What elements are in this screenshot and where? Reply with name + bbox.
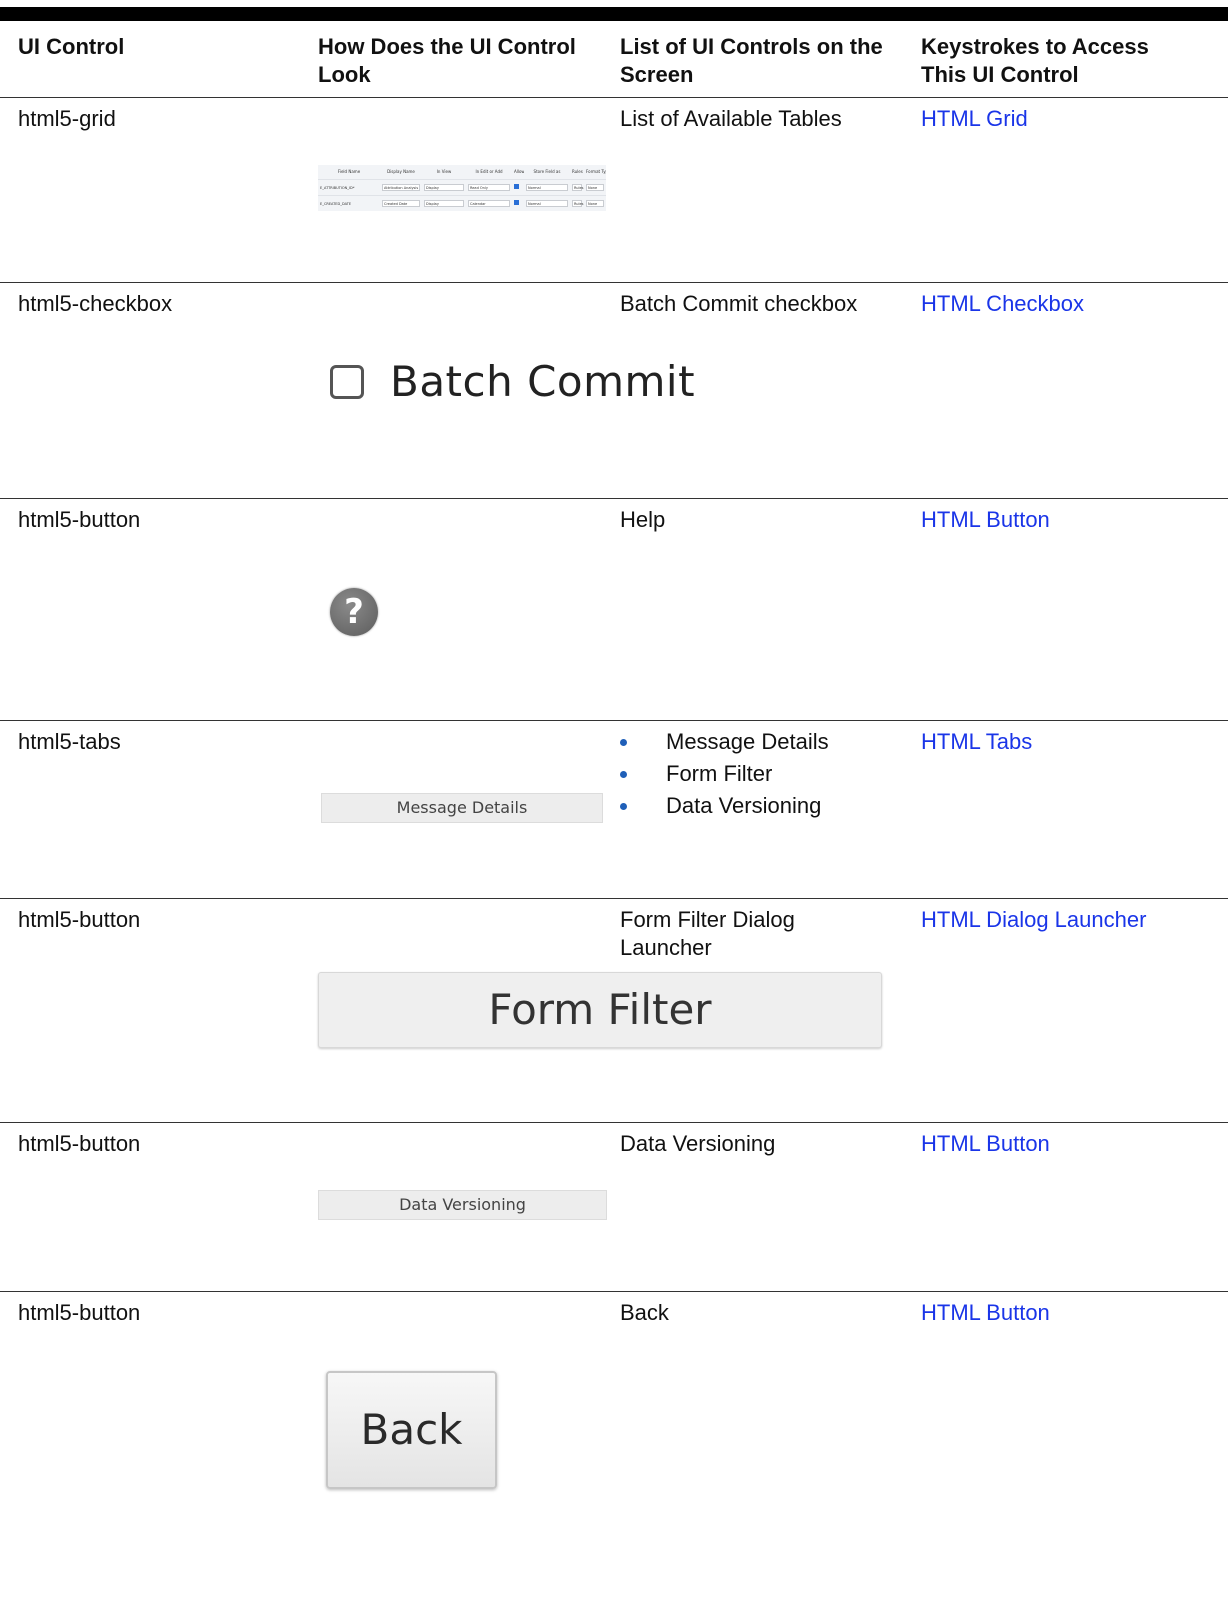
list-item-label: Message Details: [666, 729, 829, 754]
grid-cell: Normal: [526, 200, 568, 207]
header-list: List of UI Controls on the Screen: [620, 33, 910, 89]
table-row: html5-button Back HTML Button Back: [0, 1291, 1228, 1592]
data-versioning-button-preview: Data Versioning: [318, 1190, 607, 1220]
table-row: html5-button Form Filter Dialog Launcher…: [0, 898, 1228, 1123]
header-list-line1: List of UI Controls on the: [620, 34, 883, 59]
header-look-line2: Look: [318, 62, 371, 87]
grid-header-cell: Display Name: [387, 169, 415, 174]
grid-header-cell: Format Type: [586, 169, 606, 174]
html-button-link[interactable]: HTML Button: [921, 507, 1050, 532]
ui-control-name: html5-button: [18, 1300, 141, 1325]
controls-list: Form Filter Dialog Launcher: [620, 906, 910, 962]
checkbox-square: [330, 365, 364, 399]
form-filter-button-preview: Form Filter: [318, 972, 882, 1048]
list-item-label: Form Filter: [666, 761, 773, 786]
html-tabs-link[interactable]: HTML Tabs: [921, 729, 1032, 754]
grid-cell: Normal: [526, 184, 568, 191]
checkbox-label: Batch Commit: [390, 357, 696, 406]
controls-list-line2: Launcher: [620, 935, 712, 960]
grid-cell: E_CREATED_DATE: [320, 201, 352, 206]
header-keystrokes: Keystrokes to Access This UI Control: [921, 33, 1211, 89]
grid-preview-image: Field Name Display Name In View In Edit …: [318, 165, 606, 211]
table-row: html5-tabs Message Details Form Filter D…: [0, 720, 1228, 899]
bullet-icon: [620, 771, 627, 778]
grid-cell: Rules: [572, 200, 584, 207]
list-item-label: Data Versioning: [666, 793, 822, 818]
grid-checkbox: [514, 183, 519, 189]
message-details-tab-preview: Message Details: [321, 793, 603, 823]
ui-control-name: html5-grid: [18, 106, 116, 131]
grid-checkbox: [514, 199, 519, 205]
ui-control-name: html5-button: [18, 907, 141, 932]
bullet-icon: [620, 739, 627, 746]
top-rule: [0, 7, 1228, 21]
grid-header-cell: Store Field as: [533, 169, 561, 174]
bullet-icon: [620, 803, 627, 810]
ui-control-name: html5-tabs: [18, 729, 121, 754]
grid-cell: None: [586, 200, 604, 207]
controls-list: List of Available Tables: [620, 106, 842, 131]
header-ui-control: UI Control: [18, 34, 125, 59]
grid-cell: Display: [424, 200, 464, 207]
grid-cell: Display: [424, 184, 464, 191]
header-list-line2: Screen: [620, 62, 694, 87]
table-row: html5-button Help HTML Button ?: [0, 498, 1228, 721]
table-row: html5-button Data Versioning HTML Button…: [0, 1122, 1228, 1292]
html-dialog-launcher-link[interactable]: HTML Dialog Launcher: [921, 907, 1146, 932]
list-item: Message Details: [620, 728, 910, 760]
header-keystrokes-line2: This UI Control: [921, 62, 1079, 87]
controls-list-line1: Form Filter Dialog: [620, 907, 795, 932]
grid-cell: Created Date: [382, 200, 420, 207]
help-icon: ?: [330, 588, 378, 636]
back-button-preview: Back: [326, 1371, 497, 1489]
header-look-line1: How Does the UI Control: [318, 34, 576, 59]
batch-commit-checkbox-preview: Batch Commit: [330, 357, 696, 406]
grid-row: E_CREATED_DATE Created Date Display Cale…: [318, 195, 606, 211]
grid-cell: Calendar: [468, 200, 510, 207]
html-button-link[interactable]: HTML Button: [921, 1131, 1050, 1156]
table-row: html5-checkbox Batch Commit checkbox HTM…: [0, 282, 1228, 499]
list-item: Data Versioning: [620, 792, 910, 824]
controls-list: Message Details Form Filter Data Version…: [620, 728, 910, 824]
controls-list: Back: [620, 1300, 669, 1325]
list-item: Form Filter: [620, 760, 910, 792]
ui-control-name: html5-button: [18, 1131, 141, 1156]
grid-cell: None: [586, 184, 604, 191]
html-checkbox-link[interactable]: HTML Checkbox: [921, 291, 1084, 316]
table-row: html5-grid List of Available Tables HTML…: [0, 97, 1228, 283]
ui-control-name: html5-button: [18, 507, 141, 532]
grid-header-cell: In View: [436, 169, 452, 174]
grid-header-cell: Rules: [572, 169, 583, 174]
controls-list: Help: [620, 507, 666, 532]
ui-control-name: html5-checkbox: [18, 291, 173, 316]
grid-cell: Rules: [572, 184, 584, 191]
html-button-link[interactable]: HTML Button: [921, 1300, 1050, 1325]
html-grid-link[interactable]: HTML Grid: [921, 106, 1028, 131]
grid-header-cell: In Edit or Add: [475, 169, 503, 174]
controls-list: Batch Commit checkbox: [620, 291, 858, 316]
grid-cell: Attribution Analysis: [382, 184, 420, 191]
header-look: How Does the UI Control Look: [318, 33, 608, 89]
header-keystrokes-line1: Keystrokes to Access: [921, 34, 1149, 59]
grid-cell: Read Only: [468, 184, 510, 191]
controls-list: Data Versioning: [620, 1131, 776, 1156]
